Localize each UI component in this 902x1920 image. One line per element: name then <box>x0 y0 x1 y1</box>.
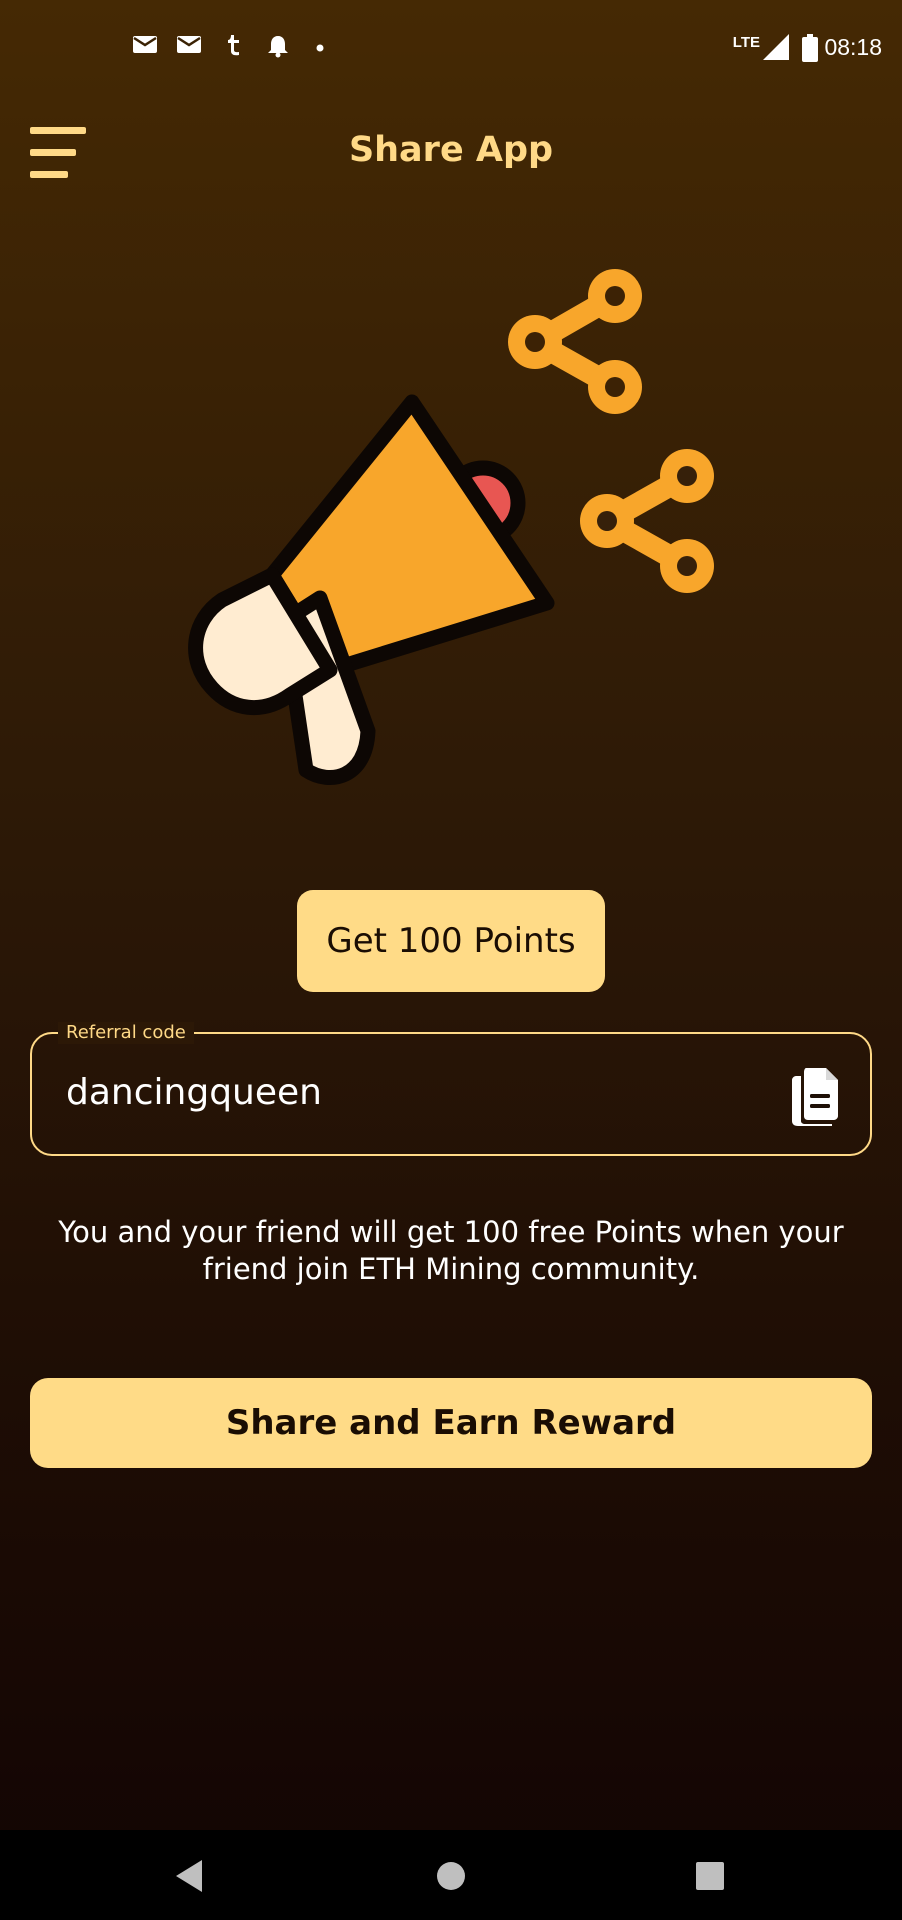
referral-code-field[interactable]: Referral code dancingqueen <box>30 1022 872 1156</box>
referral-info-text: You and your friend will get 100 free Po… <box>58 1215 844 1286</box>
referral-code-value[interactable]: dancingqueen <box>66 1072 322 1113</box>
megaphone-icon <box>188 394 555 785</box>
referral-code-label: Referral code <box>58 1022 194 1044</box>
hero-illustration <box>188 269 714 785</box>
share-icon <box>580 449 714 593</box>
recents-icon[interactable] <box>688 1854 732 1898</box>
page-title: Share App <box>348 130 554 170</box>
network-type: LTE <box>732 34 760 51</box>
mail-icon <box>177 36 201 53</box>
home-icon[interactable] <box>429 1854 473 1898</box>
dot-icon <box>316 44 324 52</box>
back-icon[interactable] <box>168 1854 212 1898</box>
battery-icon <box>802 34 818 62</box>
bell-icon <box>268 36 288 58</box>
share-icon <box>508 269 642 414</box>
mail-icon <box>133 36 157 53</box>
copy-icon[interactable] <box>788 1066 840 1126</box>
clock: 08:18 <box>824 34 882 60</box>
navigation-bar <box>0 1830 902 1920</box>
signal-icon <box>763 34 789 60</box>
status-bar: LTE 08:18 <box>0 0 902 100</box>
tumblr-icon <box>228 35 239 56</box>
get-points-button[interactable]: Get 100 Points <box>297 890 605 992</box>
share-and-earn-button[interactable]: Share and Earn Reward <box>30 1378 872 1468</box>
